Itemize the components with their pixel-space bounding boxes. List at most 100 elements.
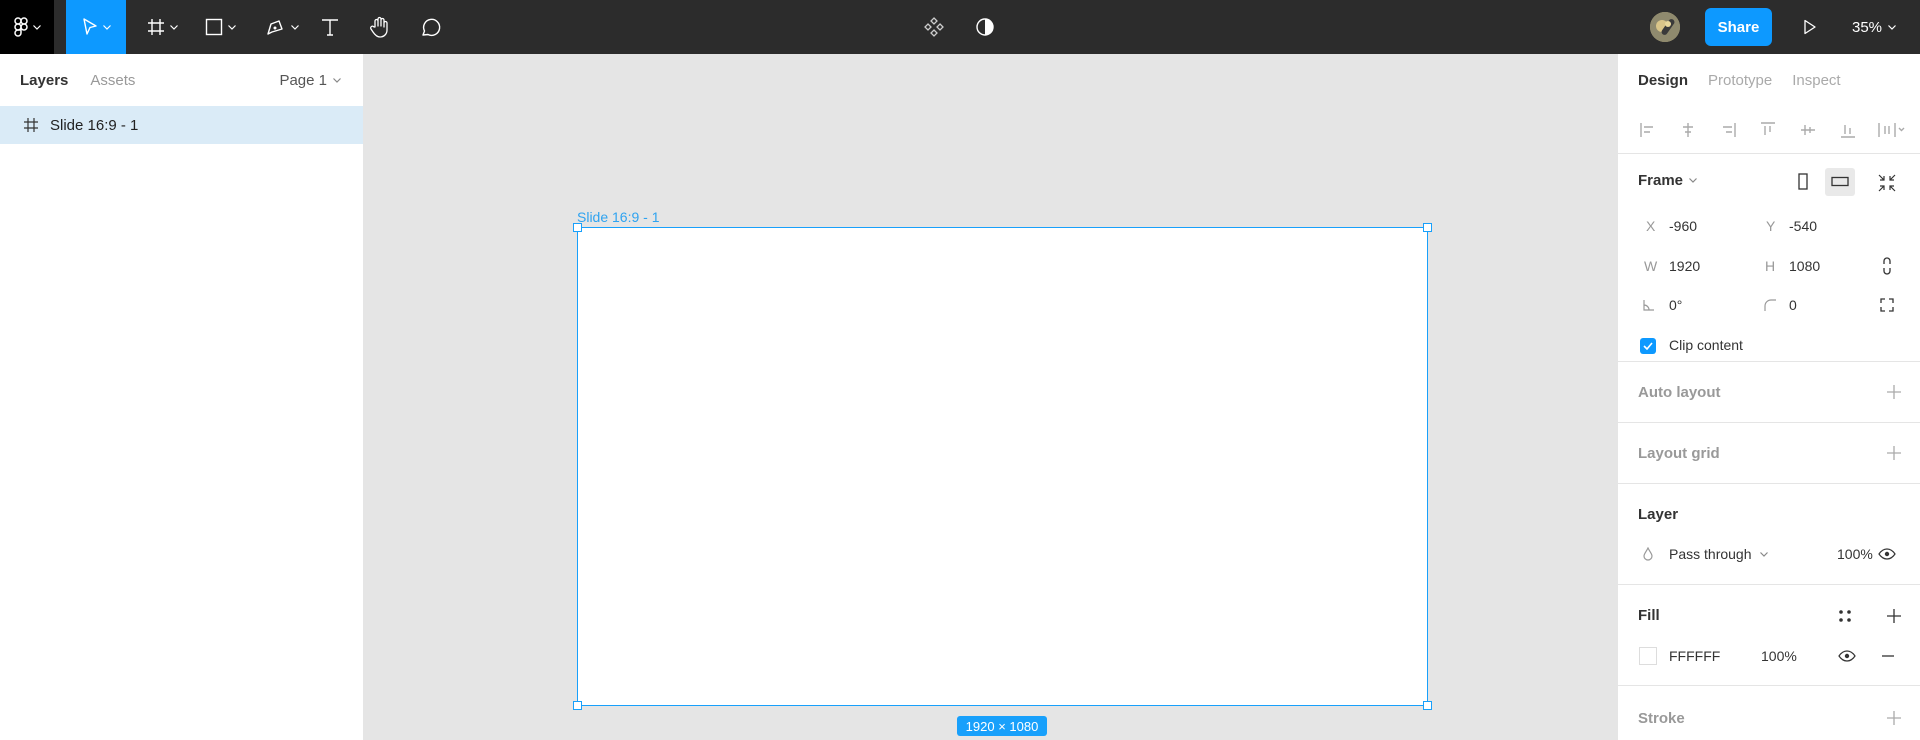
- add-auto-layout-icon[interactable]: [1886, 384, 1902, 400]
- resize-handle-bottom-left[interactable]: [573, 701, 582, 710]
- present-button[interactable]: [1800, 0, 1820, 54]
- left-panel-tabs: Layers Assets Page 1: [0, 54, 363, 106]
- y-field[interactable]: -540: [1789, 218, 1817, 234]
- frame-section: Frame X -960 Y -540 W 1920 H 1080 0° 0 C…: [1618, 154, 1920, 362]
- corner-radius-icon: [1764, 299, 1776, 311]
- play-icon: [1804, 19, 1816, 35]
- frame[interactable]: [573, 223, 1432, 710]
- frame-icon: [147, 19, 164, 35]
- main-menu-button[interactable]: [0, 0, 54, 54]
- fill-color-swatch[interactable]: [1639, 647, 1657, 665]
- component-icon: [924, 17, 944, 37]
- chevron-down-icon: [227, 24, 236, 30]
- hand-tool-button[interactable]: [368, 0, 392, 54]
- width-field[interactable]: 1920: [1669, 258, 1700, 274]
- landscape-icon: [1831, 176, 1849, 187]
- rectangle-icon: [205, 18, 222, 36]
- fill-section: Fill FFFFFF 100%: [1618, 585, 1920, 686]
- share-button[interactable]: Share: [1705, 8, 1772, 46]
- align-top-icon[interactable]: [1758, 120, 1778, 140]
- tab-layers[interactable]: Layers: [20, 72, 68, 89]
- zoom-dropdown[interactable]: 35%: [1852, 0, 1896, 54]
- align-vertical-center-icon[interactable]: [1798, 120, 1818, 140]
- components-button[interactable]: [922, 0, 946, 54]
- comment-icon: [422, 18, 441, 37]
- chevron-down-icon: [290, 24, 299, 30]
- layout-grid-section: Layout grid: [1618, 423, 1920, 484]
- layout-grid-title: Layout grid: [1638, 445, 1720, 462]
- check-icon: [1643, 342, 1653, 350]
- frame-icon: [24, 118, 38, 132]
- add-stroke-icon[interactable]: [1886, 710, 1902, 726]
- landscape-button[interactable]: [1825, 168, 1855, 196]
- rotation-field[interactable]: 0°: [1669, 297, 1682, 313]
- height-field[interactable]: 1080: [1789, 258, 1820, 274]
- properties-panel: Design Prototype Inspect Frame X -960 Y …: [1617, 54, 1920, 740]
- chevron-down-icon: [1689, 178, 1697, 183]
- stroke-section-title: Stroke: [1638, 710, 1685, 727]
- avatar[interactable]: [1650, 12, 1680, 42]
- canvas[interactable]: Slide 16:9 - 1 1920 × 1080: [364, 54, 1617, 740]
- layer-section: Layer Pass through 100%: [1618, 484, 1920, 585]
- chevron-down-icon: [32, 24, 41, 30]
- contrast-icon: [976, 18, 994, 36]
- independent-corners-icon[interactable]: [1880, 298, 1894, 312]
- text-tool-button[interactable]: [318, 0, 342, 54]
- distribute-icon[interactable]: [1876, 120, 1906, 140]
- alignment-toolbar: [1618, 106, 1920, 154]
- resize-handle-top-right[interactable]: [1423, 223, 1432, 232]
- tab-prototype[interactable]: Prototype: [1708, 72, 1772, 89]
- layer-row[interactable]: Slide 16:9 - 1: [0, 106, 363, 144]
- remove-fill-icon[interactable]: [1880, 648, 1896, 664]
- align-right-icon[interactable]: [1718, 120, 1738, 140]
- styles-icon[interactable]: [1838, 609, 1852, 623]
- chevron-down-icon: [1888, 24, 1896, 30]
- layer-opacity-field[interactable]: 100%: [1837, 546, 1873, 562]
- resize-to-fit-icon[interactable]: [1878, 174, 1896, 192]
- zoom-label: 35%: [1852, 18, 1883, 36]
- eye-icon[interactable]: [1878, 548, 1896, 560]
- eye-icon[interactable]: [1838, 650, 1856, 662]
- align-bottom-icon[interactable]: [1838, 120, 1858, 140]
- fill-opacity-field[interactable]: 100%: [1761, 648, 1797, 664]
- cursor-icon: [82, 18, 97, 35]
- chevron-down-icon: [1759, 551, 1768, 557]
- resize-handle-top-left[interactable]: [573, 223, 582, 232]
- shape-tool-button[interactable]: [198, 0, 242, 54]
- blend-mode-label: Pass through: [1669, 546, 1752, 562]
- auto-layout-section: Auto layout: [1618, 362, 1920, 423]
- align-horizontal-center-icon[interactable]: [1678, 120, 1698, 140]
- fill-hex-field[interactable]: FFFFFF: [1669, 648, 1720, 664]
- blend-mode-dropdown[interactable]: Pass through: [1669, 546, 1768, 562]
- x-label: X: [1646, 218, 1656, 234]
- pen-icon: [266, 20, 283, 35]
- text-icon: [322, 19, 338, 36]
- clip-content-checkbox[interactable]: [1640, 338, 1656, 354]
- pen-tool-button[interactable]: [260, 0, 304, 54]
- stroke-section: Stroke: [1618, 686, 1920, 740]
- portrait-icon[interactable]: [1796, 173, 1810, 191]
- add-layout-grid-icon[interactable]: [1886, 445, 1902, 461]
- resize-handle-bottom-right[interactable]: [1423, 701, 1432, 710]
- page-dropdown[interactable]: Page 1: [279, 54, 341, 106]
- figma-logo-icon: [13, 17, 28, 37]
- tab-design[interactable]: Design: [1638, 72, 1688, 89]
- clip-content-label: Clip content: [1669, 337, 1743, 353]
- align-left-icon[interactable]: [1638, 120, 1658, 140]
- tab-assets[interactable]: Assets: [90, 72, 135, 89]
- w-label: W: [1644, 258, 1658, 274]
- frame-type-dropdown[interactable]: Frame: [1638, 172, 1697, 189]
- move-tool-button[interactable]: [66, 0, 126, 54]
- x-field[interactable]: -960: [1669, 218, 1697, 234]
- constrain-proportions-icon[interactable]: [1881, 256, 1893, 276]
- comment-tool-button[interactable]: [418, 0, 444, 54]
- layer-section-title: Layer: [1638, 506, 1679, 523]
- corner-radius-field[interactable]: 0: [1789, 297, 1797, 313]
- layers-panel: Layers Assets Page 1 Slide 16:9 - 1: [0, 54, 364, 740]
- frame-label[interactable]: Slide 16:9 - 1: [577, 209, 660, 225]
- layer-label: Slide 16:9 - 1: [50, 116, 139, 134]
- add-fill-icon[interactable]: [1886, 608, 1902, 624]
- tab-inspect[interactable]: Inspect: [1792, 72, 1840, 89]
- frame-tool-button[interactable]: [140, 0, 184, 54]
- theme-toggle-button[interactable]: [973, 0, 997, 54]
